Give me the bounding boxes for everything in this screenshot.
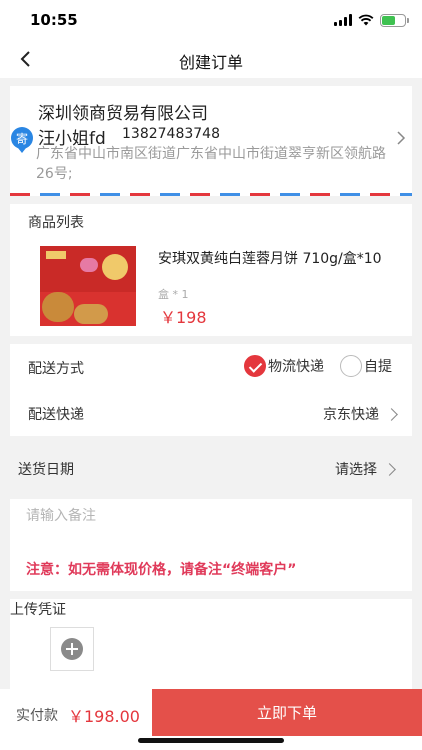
date-value: 请选择: [335, 462, 377, 478]
delivery-card: 配送方式 物流快递 自提 配送快递 京东快递: [10, 344, 412, 436]
product-image: [40, 246, 136, 326]
status-time: 10:55: [30, 11, 78, 29]
courier-label: 配送快递: [28, 407, 84, 423]
address-card[interactable]: 寄 深圳领商贸易有限公司 汪小姐fd 13827483748 广东省中山市南区街…: [10, 86, 412, 196]
page-title: 创建订单: [178, 53, 243, 72]
chevron-right-icon: [383, 462, 396, 476]
pay-label: 实付款: [16, 708, 58, 724]
remark-card: 注意：如无需体现价格，请备注“终端客户”: [10, 499, 412, 591]
company-name: 深圳领商贸易有限公司: [38, 104, 208, 124]
status-bar: 10:55: [0, 0, 422, 40]
delivery-date-label: 送货日期: [18, 462, 74, 478]
status-icons: [334, 13, 409, 27]
nav-bar: 创建订单: [0, 40, 422, 78]
remark-note: 注意：如无需体现价格，请备注“终端客户”: [26, 562, 297, 578]
battery-icon: [380, 13, 409, 27]
radio-option-pickup[interactable]: 自提: [340, 355, 392, 377]
product-price: ￥198: [160, 308, 207, 327]
airmail-border: [10, 193, 412, 196]
product-spec: 盒 * 1: [158, 288, 189, 301]
courier-selector[interactable]: 京东快递: [323, 404, 398, 424]
wifi-icon: [358, 14, 374, 26]
date-selector[interactable]: 请选择: [335, 459, 396, 479]
upload-button[interactable]: [50, 627, 94, 671]
delivery-date-row[interactable]: 送货日期 请选择: [0, 445, 422, 490]
chevron-right-icon: [385, 407, 398, 421]
chevron-right-icon: [397, 131, 406, 145]
radio-unchecked-icon[interactable]: [340, 355, 362, 377]
sender-tag-icon: 寄: [11, 127, 33, 153]
goods-section-title: 商品列表: [28, 215, 84, 231]
submit-order-button[interactable]: 立即下单: [152, 689, 422, 736]
address-detail: 广东省中山市南区街道广东省中山市街道翠亨新区领航路26号;: [36, 146, 386, 182]
goods-card: 商品列表 安琪双黄纯白莲蓉月饼 710g/盒*10 盒 * 1 ￥198: [10, 204, 412, 336]
home-indicator: [138, 738, 284, 743]
courier-value: 京东快递: [323, 407, 379, 423]
remark-input[interactable]: [26, 503, 396, 529]
radio-option-logistics[interactable]: 物流快递: [244, 355, 324, 377]
upload-card: 上传凭证: [10, 599, 412, 689]
upload-title: 上传凭证: [10, 602, 66, 618]
delivery-method-label: 配送方式: [28, 361, 84, 377]
radio-checked-icon[interactable]: [244, 355, 266, 377]
signal-icon: [334, 14, 352, 26]
pay-amount: ￥198.00: [68, 707, 140, 726]
contact-phone: 13827483748: [122, 126, 220, 142]
product-name: 安琪双黄纯白莲蓉月饼 710g/盒*10: [158, 251, 382, 267]
radio-label-pickup: 自提: [364, 359, 392, 375]
battery-fill: [382, 15, 396, 25]
plus-icon: [61, 638, 83, 660]
radio-label-logistics: 物流快递: [268, 359, 324, 375]
